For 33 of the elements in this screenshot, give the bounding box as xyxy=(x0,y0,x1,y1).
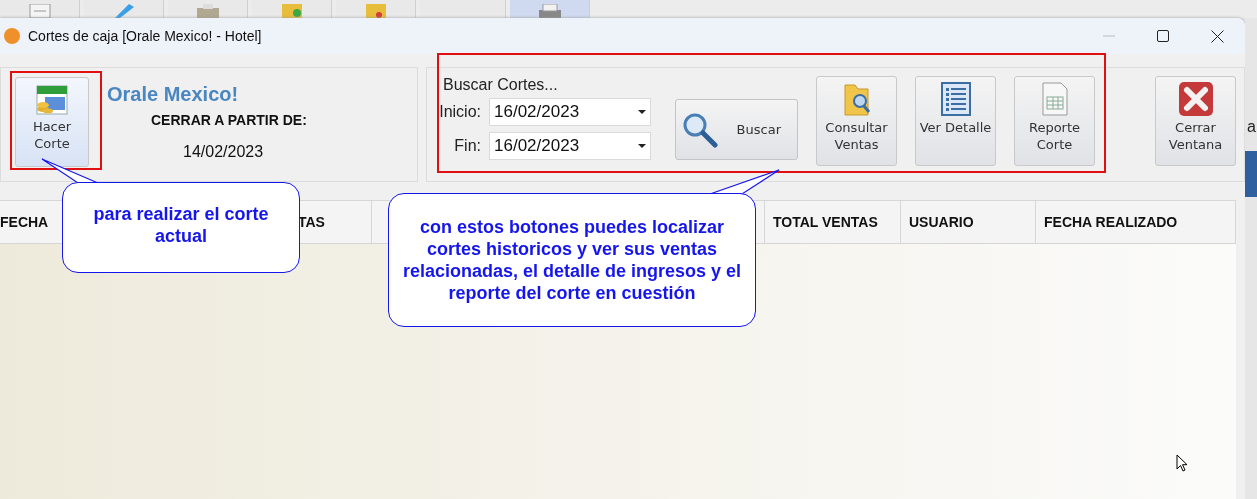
business-name: Orale Mexico! xyxy=(107,83,240,106)
folder-magnifier-icon xyxy=(841,81,872,117)
close-from-label: CERRAR A PARTIR DE: xyxy=(151,112,307,128)
toolbar-button[interactable]: Consultar Ventas xyxy=(816,76,897,166)
close-icon xyxy=(1177,81,1214,117)
toolbar-button[interactable]: Ver Detalle xyxy=(915,76,996,166)
caret-icon xyxy=(638,144,646,148)
callout-tooltip: con estos botones puedes localizar cortes historicos y ver sus ventas relacionadas, el detalle de ingresos y el reporte del corte en cuestión xyxy=(388,193,756,327)
search-title: Buscar Cortes... xyxy=(443,76,559,94)
end-date-dropdown[interactable]: 16/02/2023 xyxy=(489,132,651,160)
maximize-icon[interactable] xyxy=(1157,30,1169,42)
close-icon[interactable] xyxy=(1211,29,1224,43)
calendar-coins-icon xyxy=(35,82,69,116)
app-logo-icon xyxy=(4,28,20,44)
window-title: Cortes de caja [Orale Mexico! - Hotel] xyxy=(28,28,262,44)
start-date-dropdown[interactable]: 16/02/2023 xyxy=(489,98,651,126)
header-bar xyxy=(1245,151,1257,197)
toolbar-button[interactable] xyxy=(510,0,590,18)
text-fragment: a xyxy=(1247,118,1256,136)
start-label: Inicio: xyxy=(438,103,482,121)
toolbar-button[interactable]: Reporte Corte xyxy=(1014,76,1095,166)
search-icon xyxy=(682,111,718,148)
spreadsheet-icon xyxy=(1039,81,1070,117)
mouse-cursor-icon xyxy=(1176,454,1188,472)
end-label: Fin: xyxy=(453,137,482,155)
callout-tooltip: para realizar el corte actual xyxy=(62,182,300,273)
make-cut-button[interactable]: Hacer Corte xyxy=(15,77,89,167)
cash-register-icon xyxy=(194,4,221,18)
close-window-button[interactable]: Cerrar Ventana xyxy=(1155,76,1236,166)
close-from-date: 14/02/2023 xyxy=(183,143,265,161)
caret-icon xyxy=(638,110,646,114)
search-button[interactable]: Buscar xyxy=(675,99,798,160)
list-icon xyxy=(939,81,972,117)
